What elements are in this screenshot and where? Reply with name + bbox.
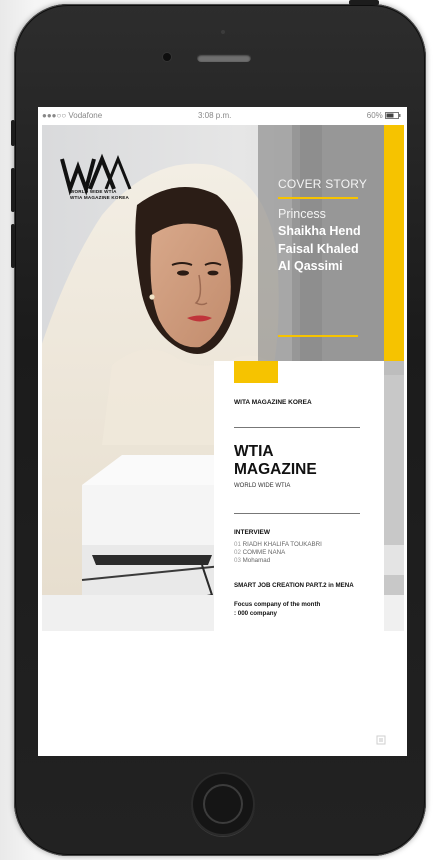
interview-label: INTERVIEW xyxy=(234,529,270,536)
magazine-info-panel: WITA MAGAZINE KOREA WTIA MAGAZINE WORLD … xyxy=(214,361,384,631)
focus-company-line1: Focus company of the month xyxy=(234,601,321,608)
focus-company-line2: : 000 company xyxy=(234,609,277,617)
magazine-title-line2: MAGAZINE xyxy=(234,461,317,478)
list-item-number: 01 xyxy=(234,541,241,548)
page-icon[interactable] xyxy=(376,735,386,745)
magazine-subtitle: WORLD WIDE WTIA xyxy=(234,483,291,489)
smart-job-headline: SMART JOB CREATION PART.2 in MENA xyxy=(234,582,354,589)
cover-person-title: Princess xyxy=(278,207,326,221)
battery-percent: 60% xyxy=(366,111,383,120)
home-button-ring xyxy=(203,784,243,824)
list-item-number: 02 xyxy=(234,549,241,556)
proximity-sensor xyxy=(221,30,225,34)
logo-caption: WORLD WIDE WTIA WTIA MAGAZINE KOREA xyxy=(70,189,129,201)
focus-company-headline: Focus company of the month : 000 company xyxy=(234,601,320,618)
cover-person-name-line: Shaikha Hend xyxy=(278,224,361,238)
battery-indicator: 60% xyxy=(367,107,401,125)
earpiece-speaker xyxy=(197,54,251,62)
power-button xyxy=(349,0,379,5)
mute-switch xyxy=(11,120,15,146)
info-divider xyxy=(234,513,360,514)
battery-icon xyxy=(385,112,401,120)
list-item: 02 COMME NANA xyxy=(234,549,322,557)
info-yellow-block xyxy=(234,361,278,383)
magazine-title-line1: WTIA xyxy=(234,443,274,460)
cover-person-name-line: Al Qassimi xyxy=(278,259,343,273)
magazine-title: WTIA MAGAZINE xyxy=(234,443,317,479)
home-button[interactable] xyxy=(191,772,255,836)
list-item-name: Mohamad xyxy=(242,557,271,564)
cover-story-rule-bottom xyxy=(278,335,358,337)
list-item-name: COMME NANA xyxy=(242,549,286,556)
list-item: 01 RIADH KHALIFA TOUKABRI xyxy=(234,541,322,549)
volume-down-button xyxy=(11,224,15,268)
cover-story-label: COVER STORY xyxy=(278,177,368,191)
list-item-number: 03 xyxy=(234,557,241,564)
info-kicker: WITA MAGAZINE KOREA xyxy=(234,399,312,406)
list-item-name: RIADH KHALIFA TOUKABRI xyxy=(242,541,322,548)
cover-story-rule-top xyxy=(278,197,358,199)
list-item: 03 Mohamad xyxy=(234,557,322,565)
magazine-cover[interactable]: WORLD WIDE WTIA WTIA MAGAZINE KOREA COVE… xyxy=(42,125,404,631)
cover-person-name-line: Faisal Khaled xyxy=(278,241,359,256)
volume-up-button xyxy=(11,168,15,212)
phone-screen: ●●●○○ Vodafone 3:08 p.m. 60% WORLD WIDE … xyxy=(38,107,407,756)
logo-caption-line2: WTIA MAGAZINE KOREA xyxy=(70,195,130,200)
status-time: 3:08 p.m. xyxy=(198,111,232,120)
carrier-signal: ●●●○○ Vodafone xyxy=(42,111,103,120)
status-bar: ●●●○○ Vodafone 3:08 p.m. 60% xyxy=(38,107,407,125)
info-divider xyxy=(234,427,360,428)
front-camera xyxy=(163,53,171,61)
cover-person-name: Shaikha Hend Faisal Khaled Al Qassimi xyxy=(278,223,361,276)
interview-list: 01 RIADH KHALIFA TOUKABRI 02 COMME NANA … xyxy=(234,541,322,565)
yellow-accent-strip xyxy=(384,125,404,361)
